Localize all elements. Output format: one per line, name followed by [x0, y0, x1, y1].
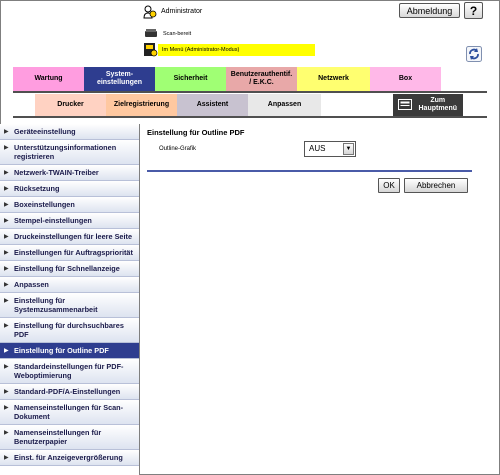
refresh-icon[interactable] [466, 46, 482, 62]
sidebar-item-label: Einst. für Anzeigevergrößerung [14, 453, 123, 462]
home-menu-icon [398, 99, 412, 110]
tab-label: Box [398, 75, 413, 82]
sidebar-item-label: Geräteeinstellung [14, 127, 76, 136]
tab-zielregistrierung[interactable]: Zielregistrierung [106, 94, 177, 116]
tab-user-authentication[interactable]: Benutzerauthentif. / E.K.C. [226, 67, 297, 91]
sidebar-item-box-settings[interactable]: ▶ Boxeinstellungen [0, 197, 139, 213]
tab-system-settings[interactable]: System- einstellungen [84, 67, 155, 91]
sidebar-item-label: Einstellungen für Auftragspriorität [14, 248, 133, 257]
tab-box[interactable]: Box [370, 67, 441, 91]
tab-anpassen[interactable]: Anpassen [248, 94, 321, 116]
sidebar-item-label: Boxeinstellungen [14, 200, 75, 209]
scanner-icon [145, 29, 157, 37]
tab-divider [13, 116, 487, 118]
chevron-right-icon: ▶ [4, 266, 9, 272]
sidebar-item-label: Netzwerk-TWAIN-Treiber [14, 168, 99, 177]
chevron-right-icon: ▶ [4, 364, 9, 370]
sidebar-item-label: Einstellung für Outline PDF [14, 346, 109, 355]
chevron-right-icon: ▶ [4, 186, 9, 192]
chevron-right-icon: ▶ [4, 282, 9, 288]
ok-button[interactable]: OK [378, 178, 400, 193]
tab-label: Wartung [34, 75, 63, 82]
sidebar-item-label: Einstellung für Schnellanzeige [14, 264, 120, 273]
sidebar-item-pdfa[interactable]: ▶ Standard-PDF/A-Einstellungen [0, 384, 139, 400]
tab-label: Netzwerk [318, 75, 349, 82]
administrator-icon [143, 5, 157, 19]
sidebar-item-label: Einstellung für Systemzusammenarbeit [14, 296, 98, 314]
chevron-right-icon: ▶ [4, 455, 9, 461]
sidebar-item-user-paper-names[interactable]: ▶ Namenseinstellungen für Benutzerpapier [0, 425, 139, 450]
sidebar-item-display-zoom[interactable]: ▶ Einst. für Anzeigevergrößerung [0, 450, 139, 466]
chevron-right-icon: ▶ [4, 405, 9, 411]
chevron-right-icon: ▶ [4, 298, 9, 304]
chevron-right-icon: ▶ [4, 218, 9, 224]
outline-graphic-select[interactable]: AUS ▼ [304, 141, 356, 157]
chevron-right-icon: ▶ [4, 323, 9, 329]
sidebar-item-label: Namenseinstellungen für Benutzerpapier [14, 428, 102, 446]
tab-label: Assistent [196, 101, 229, 108]
tab-sicherheit[interactable]: Sicherheit [155, 67, 226, 91]
chevron-down-icon: ▼ [343, 143, 354, 155]
sidebar-item-label: Standardeinstellungen für PDF-Weboptimie… [14, 362, 124, 380]
select-value: AUS [309, 144, 326, 153]
sidebar-item-pdf-web-optimization[interactable]: ▶ Standardeinstellungen für PDF-Weboptimi… [0, 359, 139, 384]
home-menu-label: Zum Hauptmenü [418, 97, 458, 112]
help-button[interactable]: ? [464, 2, 483, 19]
admin-mode-icon [144, 43, 158, 57]
sidebar-item-support-info[interactable]: ▶ Unterstützungsinformationen registriere… [0, 140, 139, 165]
tab-label: System- einstellungen [96, 71, 143, 86]
content-divider [147, 170, 472, 172]
sidebar-item-quick-display[interactable]: ▶ Einstellung für Schnellanzeige [0, 261, 139, 277]
sidebar: ▶ Geräteeinstellung ▶ Unterstützungsinform… [0, 124, 140, 475]
sidebar-item-label: Einstellung für durchsuchbares PDF [14, 321, 124, 339]
mode-status-bar: Im Menü (Administrator-Modus) [158, 44, 315, 56]
sidebar-item-job-priority[interactable]: ▶ Einstellungen für Auftragspriorität [0, 245, 139, 261]
tab-label: Drucker [57, 101, 84, 108]
sidebar-item-twain[interactable]: ▶ Netzwerk-TWAIN-Treiber [0, 165, 139, 181]
sidebar-item-label: Anpassen [14, 280, 49, 289]
sidebar-item-system-collaboration[interactable]: ▶ Einstellung für Systemzusammenarbeit [0, 293, 139, 318]
sidebar-item-label: Namenseinstellungen für Scan-Dokument [14, 403, 124, 421]
tab-drucker[interactable]: Drucker [35, 94, 106, 116]
sidebar-item-geraeteeinstellung[interactable]: ▶ Geräteeinstellung [0, 124, 139, 140]
chevron-right-icon: ▶ [4, 145, 9, 151]
sidebar-item-label: Druckeinstellungen für leere Seite [14, 232, 133, 241]
sidebar-item-label: Stempel-einstellungen [14, 216, 92, 225]
tab-wartung[interactable]: Wartung [13, 67, 84, 91]
chevron-right-icon: ▶ [4, 348, 9, 354]
tab-netzwerk[interactable]: Netzwerk [297, 67, 370, 91]
chevron-right-icon: ▶ [4, 202, 9, 208]
user-label: Administrator [161, 8, 203, 15]
tab-label: Sicherheit [173, 75, 208, 82]
tab-label: Zielregistrierung [113, 101, 170, 108]
chevron-right-icon: ▶ [4, 170, 9, 176]
home-menu-button[interactable]: Zum Hauptmenü [393, 94, 463, 116]
sidebar-item-label: Rücksetzung [14, 184, 60, 193]
sidebar-item-outline-pdf[interactable]: ▶ Einstellung für Outline PDF [0, 343, 139, 359]
sidebar-item-blank-page[interactable]: ▶ Druckeinstellungen für leere Seite [0, 229, 139, 245]
cancel-button[interactable]: Abbrechen [404, 178, 468, 193]
tab-label: Benutzerauthentif. / E.K.C. [230, 71, 293, 86]
scan-status: Scan-bereit [163, 31, 192, 37]
chevron-right-icon: ▶ [4, 234, 9, 240]
tab-assistent[interactable]: Assistent [177, 94, 248, 116]
logout-button[interactable]: Abmeldung [399, 3, 460, 18]
sidebar-item-stamp-settings[interactable]: ▶ Stempel-einstellungen [0, 213, 139, 229]
chevron-right-icon: ▶ [4, 129, 9, 135]
chevron-right-icon: ▶ [4, 430, 9, 436]
outline-graphic-label: Outline-Grafik [159, 146, 197, 152]
page-title: Einstellung für Outline PDF [147, 128, 245, 137]
sidebar-item-reset[interactable]: ▶ Rücksetzung [0, 181, 139, 197]
chevron-right-icon: ▶ [4, 250, 9, 256]
tab-label: Anpassen [267, 101, 302, 108]
sidebar-item-label: Unterstützungsinformationen registrieren [14, 143, 117, 161]
sidebar-item-label: Standard-PDF/A-Einstellungen [14, 387, 121, 396]
sidebar-item-searchable-pdf[interactable]: ▶ Einstellung für durchsuchbares PDF [0, 318, 139, 343]
sidebar-item-customize[interactable]: ▶ Anpassen [0, 277, 139, 293]
tab-divider [13, 91, 487, 93]
sidebar-item-scan-document-names[interactable]: ▶ Namenseinstellungen für Scan-Dokument [0, 400, 139, 425]
chevron-right-icon: ▶ [4, 389, 9, 395]
